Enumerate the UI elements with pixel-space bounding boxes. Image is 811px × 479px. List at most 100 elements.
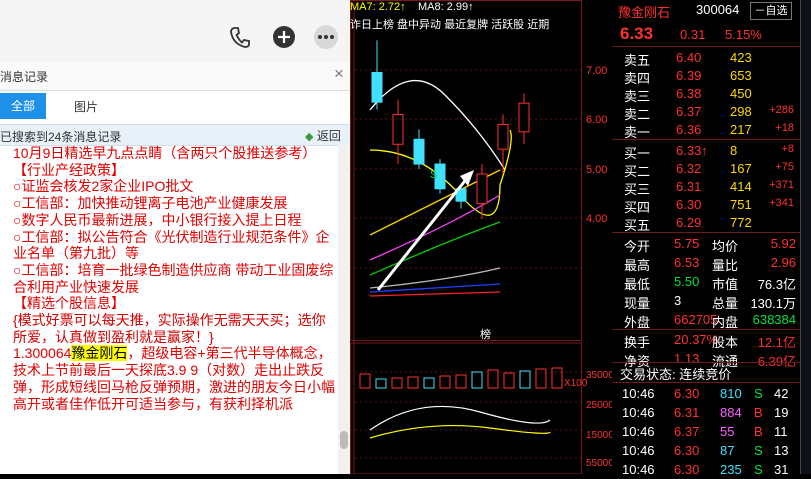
filter-all-button[interactable]: 全部 (0, 93, 46, 119)
phone-icon[interactable] (226, 23, 254, 51)
close-icon[interactable]: × (334, 64, 344, 84)
book-row: 买二 6.32 167 +75 (612, 161, 800, 179)
stat-row: 换手 20.37% 股本 12.1亿 (612, 332, 800, 350)
message-scrollbar[interactable] (338, 145, 350, 474)
bang-badge[interactable]: 榜 (480, 327, 491, 341)
tick-direction: S (754, 386, 763, 401)
stat-label: 量比 (712, 258, 739, 273)
stat-value: 76.3亿 (757, 277, 796, 292)
tab-title: 消息记录 (0, 70, 49, 84)
volume-bar (551, 367, 563, 389)
stat-label: 今开 (624, 239, 651, 254)
stat-value: 638384 (752, 312, 796, 327)
book-volume: 450 (730, 86, 752, 101)
book-price: 6.36 (676, 122, 702, 137)
back-button[interactable]: ◆ 返回 (305, 127, 341, 144)
book-price: 6.33↑ (676, 143, 708, 158)
book-delta: +341 (769, 197, 794, 209)
volume-unit: X100 (564, 378, 588, 389)
stock-name-highlight: 豫金刚石 (71, 345, 128, 362)
ma-line-white (369, 80, 506, 171)
tick-price: 6.31 (674, 405, 700, 420)
self-select-button[interactable]: －自选 (750, 2, 792, 20)
book-level-label: 卖三 (624, 89, 651, 104)
chat-toolbar (0, 0, 350, 62)
filter-bar: 全部 图片 (0, 92, 350, 120)
more-icon[interactable] (312, 23, 340, 51)
price-tick: 4.00 (586, 213, 607, 225)
stock-name: 豫金刚石 (618, 5, 671, 20)
chart-function-bar[interactable]: 诈日上榜 盘中异动 最近复牌 活跃股 近期 (350, 16, 549, 31)
tick-price: 6.30 (674, 386, 700, 401)
tick-price: 6.30 (674, 443, 700, 458)
divider (612, 232, 800, 233)
book-delta: +286 (769, 104, 794, 116)
add-icon[interactable] (270, 23, 298, 51)
chat-record-tab: 消息记录 × (0, 62, 350, 91)
trade-status: 交易状态: 连续竞价 (612, 364, 800, 382)
stat-value: 3 (674, 293, 682, 308)
trend-arrow (376, 170, 474, 291)
tick-count: 13 (774, 443, 789, 458)
tick-price: 6.30 (674, 462, 700, 477)
book-row: 买三 6.31 414 +371 (612, 179, 800, 197)
tick-direction: S (754, 462, 763, 477)
indicator-line-yellow (369, 424, 551, 439)
book-delta: +8 (781, 143, 794, 155)
book-volume: 8 (730, 143, 738, 158)
tick-count: 19 (774, 405, 789, 420)
stat-label: 最高 (624, 258, 651, 273)
search-result-count: 已搜索到24条消息记录 (0, 130, 122, 144)
divider (612, 139, 800, 140)
book-volume: 298 (730, 104, 752, 119)
tick-time: 10:46 (622, 424, 655, 439)
scrollbar-thumb[interactable] (340, 431, 348, 449)
candle (476, 164, 488, 219)
book-row: 卖五 6.40 423 (612, 50, 800, 68)
volume-bar (503, 372, 515, 389)
volume-bar (455, 374, 467, 389)
volume-bar (375, 378, 387, 389)
back-label: 返回 (316, 129, 341, 143)
book-row: 卖二 6.37 298 +286 (612, 104, 800, 122)
price-change: 0.31 (680, 27, 706, 42)
book-level-label: 买二 (624, 164, 651, 179)
back-arrow-icon: ◆ (305, 131, 314, 143)
divider (612, 46, 800, 47)
ma-line-red (369, 291, 501, 297)
book-row: 卖四 6.39 653 (612, 68, 800, 86)
book-price: 6.37 (676, 104, 702, 119)
volume-tick: 35000 (586, 370, 612, 381)
volume-bar (359, 373, 371, 389)
volume-tick: 55000 (586, 458, 612, 469)
candle (371, 40, 383, 110)
kline-chart[interactable]: 7.00 6.00 5.00 4.00 35000 25000 15000 55… (350, 0, 612, 474)
stock-code: 300064 (696, 2, 740, 17)
stat-row: 最高 6.53 量比 2.96 (612, 255, 800, 273)
volume-bar (423, 377, 435, 389)
stat-row: 现量 3 总量 130.1万 (612, 293, 800, 311)
tick-row: 10:46 6.37 55 B 11 (612, 424, 800, 441)
book-row: 卖一 6.36 217 +18 (612, 122, 800, 140)
price-frame (350, 0, 582, 341)
book-price: 6.40 (676, 50, 702, 65)
stock-pick-line: 1.300064豫金刚石，超级电容+第三代半导体概念，技术上节前最后一天探底3.… (0, 345, 338, 412)
message-line: ○数字人民币最新进展，中小银行接入提上日程 (13, 211, 302, 228)
book-price: 6.32 (676, 161, 702, 176)
book-price: 6.39 (676, 68, 702, 83)
volume-bar (471, 371, 483, 389)
stat-label: 总量 (712, 296, 739, 311)
book-level-label: 买三 (624, 182, 651, 197)
volume-bar (487, 369, 499, 389)
filter-pictures-button[interactable]: 图片 (74, 98, 98, 115)
book-delta: +18 (775, 122, 794, 134)
right-toolbar[interactable] (800, 0, 811, 474)
indicator-lines (369, 405, 551, 439)
stat-label: 换手 (624, 335, 651, 350)
tick-volume: 55 (720, 424, 735, 439)
stat-label: 最低 (624, 277, 651, 292)
volume-tick: 25000 (586, 400, 612, 411)
quote-header: 豫金刚石 300064 －自选 (612, 0, 800, 22)
book-volume: 217 (730, 122, 752, 137)
volume-series (359, 367, 563, 389)
